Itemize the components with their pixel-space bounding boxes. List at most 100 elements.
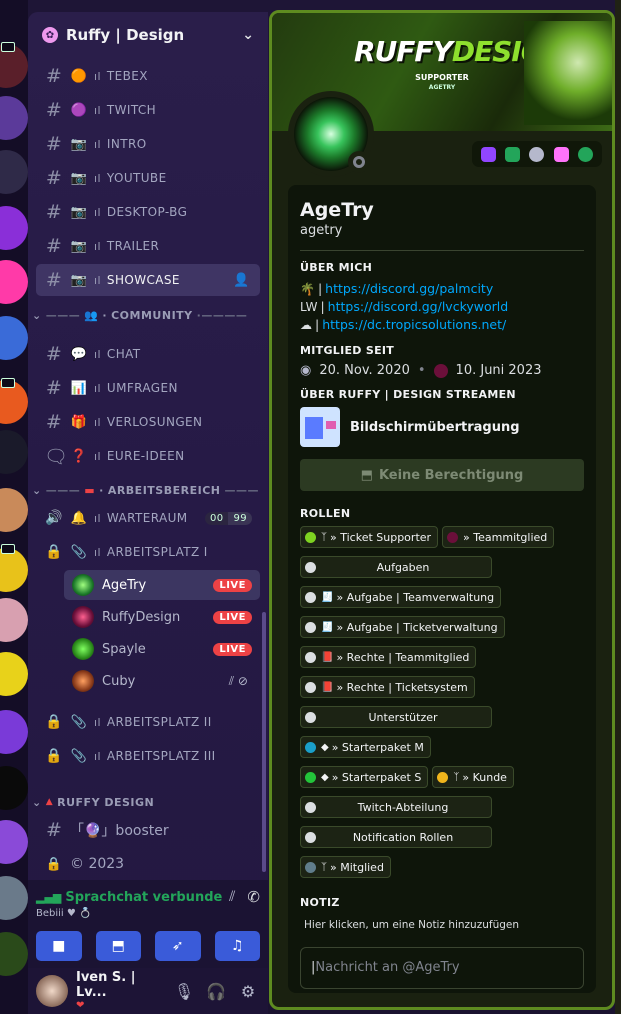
channel-trailer[interactable]: # 📷 ıl TRAILER	[36, 230, 260, 262]
channel-youtube[interactable]: # 📷 ıl YOUTUBE	[36, 162, 260, 194]
screen-share-icon	[1, 378, 15, 388]
hashtag-badge-icon[interactable]	[577, 146, 593, 162]
sidebar-scrollbar[interactable]	[262, 612, 266, 872]
voice-channel-arbeitsplatz-2[interactable]: 🔒 📎 ıl ARBEITSPLATZ II	[36, 706, 260, 738]
role-pill[interactable]: Notification Rollen	[300, 826, 492, 848]
server-icon[interactable]	[0, 316, 28, 360]
voice-channel-arbeitsplatz-1[interactable]: 🔒 📎 ıl ARBEITSPLATZ I	[36, 536, 260, 568]
lock-icon: 🔒	[45, 748, 63, 764]
noise-suppression-icon[interactable]: ⫽	[229, 889, 235, 905]
message-input[interactable]: |Nachricht an @AgeTry	[300, 947, 584, 989]
about-link[interactable]: ☁ | https://dc.tropicsolutions.net/	[300, 316, 584, 334]
server-header[interactable]: ✿ Ruffy | Design ⌄	[28, 12, 268, 58]
role-name: » Kunde	[462, 770, 507, 784]
role-pill[interactable]: ᛉ» Mitglied	[300, 856, 391, 878]
server-icon[interactable]	[0, 548, 28, 592]
channel-copyright[interactable]: 🔒 © 2023	[36, 848, 260, 880]
channel-booster[interactable]: # 「🔮」booster	[36, 814, 260, 846]
screen-share-button[interactable]: ⬒	[95, 931, 141, 961]
voice-user[interactable]: Cuby ⫽ ⊘	[64, 666, 260, 696]
about-link[interactable]: LW | https://discord.gg/lvckyworld	[300, 298, 584, 316]
channel-intro[interactable]: # 📷 ıl INTRO	[36, 128, 260, 160]
boost-badge-icon[interactable]	[529, 146, 545, 162]
server-icon[interactable]	[0, 488, 28, 532]
add-member-icon[interactable]: 👤	[233, 273, 250, 288]
channel-chat[interactable]: # 💬 ıl CHAT	[36, 338, 260, 370]
lock-icon: 🔒	[45, 544, 63, 560]
banner-swoosh-icon	[524, 21, 612, 125]
avatar[interactable]	[36, 975, 68, 1007]
role-pill[interactable]: ᛉ» Kunde	[432, 766, 514, 788]
server-icon[interactable]	[0, 876, 28, 920]
twitch-badge-icon[interactable]	[481, 146, 497, 162]
category-community[interactable]: ⌄ ——— 👥 · COMMUNITY ·————	[32, 305, 264, 325]
nitro-badge-icon[interactable]	[553, 146, 569, 162]
role-pill[interactable]: ◆» Starterpaket M	[300, 736, 431, 758]
role-pill[interactable]: Aufgaben	[300, 556, 492, 578]
lock-icon: 🔒	[45, 714, 63, 730]
server-icon[interactable]	[0, 710, 28, 754]
server-icon[interactable]	[0, 206, 28, 250]
profile-avatar[interactable]	[288, 91, 374, 177]
link-url[interactable]: https://discord.gg/palmcity	[325, 280, 493, 298]
active-developer-badge-icon[interactable]	[505, 146, 521, 162]
link-url[interactable]: https://dc.tropicsolutions.net/	[322, 316, 506, 334]
note-input[interactable]: Hier klicken, um eine Notiz hinzuzufügen	[304, 919, 580, 931]
activity-button[interactable]: ➶	[155, 931, 201, 961]
hash-icon: #	[45, 377, 63, 399]
disconnect-icon[interactable]: ✆	[247, 888, 260, 906]
link-url[interactable]: https://discord.gg/lvckyworld	[328, 298, 509, 316]
server-icon[interactable]	[0, 932, 28, 976]
role-pill[interactable]: » Teammitglied	[442, 526, 555, 548]
hash-icon: #	[45, 167, 63, 189]
channel-twitch[interactable]: # 🟣 ıl TWITCH	[36, 94, 260, 126]
channel-showcase[interactable]: # 📷 ıl SHOWCASE 👤	[36, 264, 260, 296]
channel-name: © 2023	[70, 856, 125, 872]
profile-body: AgeTry agetry ÜBER MICH 🌴 | https://discor…	[288, 185, 596, 993]
server-icon[interactable]	[0, 150, 28, 194]
server-icon[interactable]	[0, 96, 28, 140]
voice-user[interactable]: Spayle LIVE	[64, 634, 260, 664]
server-icon[interactable]	[0, 652, 28, 696]
role-pill[interactable]: 📕» Rechte | Ticketsystem	[300, 676, 475, 698]
channel-umfragen[interactable]: # 📊 ıl UMFRAGEN	[36, 372, 260, 404]
role-pill[interactable]: 🧾» Aufgabe | Ticketverwaltung	[300, 616, 505, 638]
offline-status-icon	[348, 151, 370, 173]
category-ruffy-design[interactable]: ⌄ ▲ RUFFY DESIGN	[32, 792, 264, 812]
voice-user[interactable]: RuffyDesign LIVE	[64, 602, 260, 632]
role-pill[interactable]: Unterstützer	[300, 706, 492, 728]
server-icon[interactable]	[0, 260, 28, 304]
voice-channel-arbeitsplatz-3[interactable]: 🔒 📎 ıl ARBEITSPLATZ III	[36, 740, 260, 772]
paperclip-icon: 📎	[70, 544, 88, 560]
role-pill[interactable]: ◆» Starterpaket S	[300, 766, 429, 788]
server-icon[interactable]	[0, 598, 28, 642]
channel-eure-ideen[interactable]: 🗨 ❓ ıl EURE-IDEEN	[36, 440, 260, 472]
channel-verlosungen[interactable]: # 🎁 ıl VERLOSUNGEN	[36, 406, 260, 438]
chevron-down-icon[interactable]: ⌄	[242, 27, 254, 43]
about-link[interactable]: 🌴 | https://discord.gg/palmcity	[300, 280, 584, 298]
server-icon[interactable]	[0, 766, 28, 810]
channel-desktop-bg[interactable]: # 📷 ıl DESKTOP-BG	[36, 196, 260, 228]
microphone-icon[interactable]: 🎙	[172, 982, 196, 1001]
user-name[interactable]: Iven S. | Lv... ❤	[76, 970, 164, 1010]
server-icon[interactable]	[0, 820, 28, 864]
soundboard-button[interactable]: ♫	[214, 931, 260, 961]
category-arbeitsbereich[interactable]: ⌄ ——— ▬ · ARBEITSBEREICH ———	[32, 480, 264, 500]
voice-status[interactable]: ▂▄▆ Sprachchat verbunde	[36, 890, 229, 905]
channel-tebex[interactable]: # 🟠 ıl TEBEX	[36, 60, 260, 92]
camera-button[interactable]: ■	[36, 931, 82, 961]
voice-channel-warteraum[interactable]: 🔊 🔔 ıl WARTERAUM 00 99	[36, 502, 260, 534]
stream-option[interactable]: Bildschirmübertragung	[300, 407, 584, 447]
no-permission-button[interactable]: ⬒ Keine Berechtigung	[300, 459, 584, 491]
headphones-icon[interactable]: 🎧	[204, 982, 228, 1001]
voice-user[interactable]: AgeTry LIVE	[64, 570, 260, 600]
role-pill[interactable]: ᛉ» Ticket Supporter	[300, 526, 439, 548]
voice-connection-panel: ▂▄▆ Sprachchat verbunde ⫽ ✆ Bebiii ♥ 💍 ■…	[28, 880, 268, 968]
role-pill[interactable]: Twitch-Abteilung	[300, 796, 492, 818]
avatar	[72, 638, 94, 660]
role-pill[interactable]: 📕» Rechte | Teammitglied	[300, 646, 477, 668]
gear-icon[interactable]: ⚙	[236, 982, 260, 1001]
role-name: » Mitglied	[330, 860, 384, 874]
role-pill[interactable]: 🧾» Aufgabe | Teamverwaltung	[300, 586, 502, 608]
server-icon[interactable]	[0, 430, 28, 474]
